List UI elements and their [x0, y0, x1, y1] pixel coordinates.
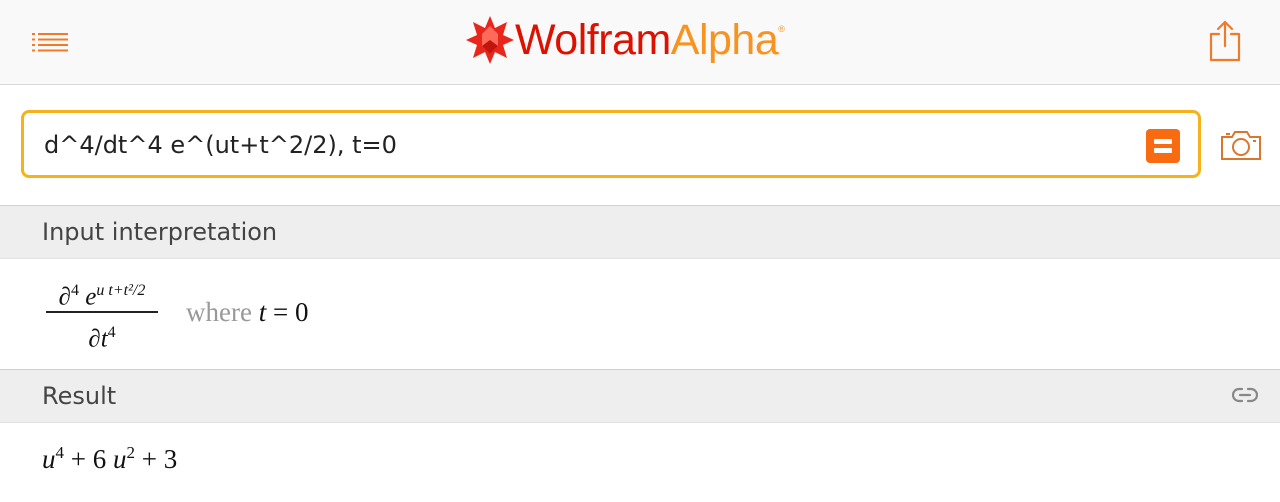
- pod-header-input-interpretation: Input interpretation: [0, 206, 1280, 259]
- camera-icon[interactable]: [1220, 129, 1262, 161]
- menu-icon[interactable]: [32, 32, 68, 52]
- where-clause: where t = 0: [186, 297, 309, 327]
- fraction-denominator: ∂t4: [88, 324, 116, 353]
- search-input[interactable]: [42, 127, 1106, 163]
- pod-input-interpretation[interactable]: ∂4 eu t+t²/2 ∂t4 where t = 0: [0, 259, 1280, 370]
- logo-alpha: Alpha: [670, 15, 779, 64]
- link-icon[interactable]: [1232, 386, 1258, 404]
- wolframalpha-logo[interactable]: WolframAlpha®: [465, 14, 785, 66]
- search-row: [0, 85, 1280, 206]
- pod-title: Result: [42, 382, 117, 410]
- registered-mark: ®: [778, 23, 785, 34]
- header: WolframAlpha®: [0, 0, 1280, 85]
- fraction-numerator: ∂4 eu t+t²/2: [58, 282, 146, 311]
- pod-title: Input interpretation: [42, 218, 278, 246]
- logo-wolfram: Wolfram: [515, 15, 671, 64]
- share-icon[interactable]: [1208, 20, 1242, 62]
- search-box: [21, 110, 1201, 178]
- logo-text: WolframAlpha®: [515, 15, 785, 65]
- derivative-fraction: ∂4 eu t+t²/2 ∂t4: [46, 271, 158, 359]
- pod-header-result: Result: [0, 370, 1280, 423]
- submit-equals-button[interactable]: [1146, 129, 1180, 163]
- result-expression: u4 + 6 u2 + 3: [42, 443, 178, 474]
- wolfram-star-icon: [466, 16, 514, 64]
- pod-result[interactable]: u4 + 6 u2 + 3: [0, 423, 1280, 502]
